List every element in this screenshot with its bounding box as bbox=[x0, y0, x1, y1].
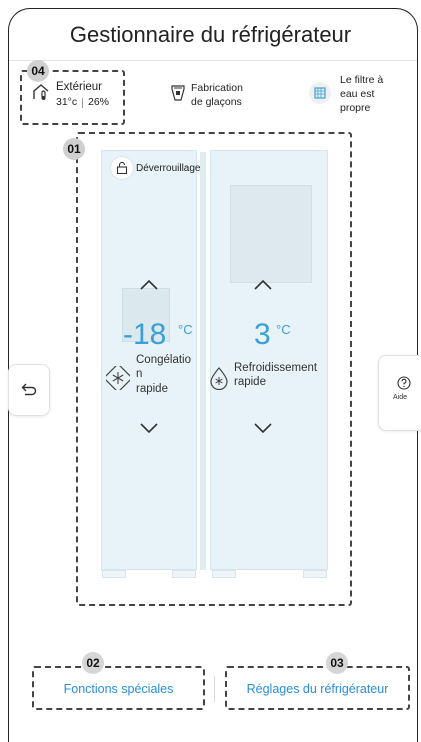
outdoor-temp: 31°c bbox=[56, 96, 78, 108]
help-icon bbox=[397, 376, 411, 395]
help-button[interactable]: Aide bbox=[378, 355, 421, 431]
filter-line3: propre bbox=[340, 102, 371, 114]
header-divider bbox=[9, 60, 417, 61]
fridge-foot-right bbox=[303, 570, 327, 578]
fridge-temp-down-button[interactable] bbox=[253, 421, 273, 439]
fridge-settings-link[interactable]: Réglages du réfrigérateur bbox=[227, 682, 408, 696]
freezer-mode-line3: rapide bbox=[136, 383, 168, 395]
bottom-separator bbox=[214, 676, 215, 702]
page-title: Gestionnaire du réfrigérateur bbox=[69, 22, 352, 47]
special-functions-link[interactable]: Fonctions spéciales bbox=[32, 682, 205, 696]
water-drop-icon[interactable] bbox=[207, 366, 231, 395]
freezer-temp-up-button[interactable] bbox=[139, 278, 159, 296]
fridge-display-panel bbox=[230, 185, 312, 283]
filter-line2: eau est bbox=[340, 88, 375, 100]
help-label: Aide bbox=[393, 394, 408, 401]
back-arrow-icon bbox=[21, 382, 37, 401]
fridge-mode-line1: Refroidissement bbox=[234, 362, 318, 374]
fridge-temp: 3 bbox=[254, 318, 271, 351]
unlock-label[interactable]: Déverrouillage bbox=[136, 162, 200, 175]
badge-01: 01 bbox=[63, 138, 85, 160]
freezer-mode-line1: Congélatio bbox=[136, 354, 191, 366]
fridge-foot bbox=[212, 570, 236, 578]
outdoor-humidity: 26% bbox=[88, 96, 110, 108]
ice-maker-icon[interactable] bbox=[171, 85, 185, 106]
back-button[interactable] bbox=[8, 364, 50, 416]
freezer-foot-right bbox=[172, 570, 196, 578]
fridge-temp-up-button[interactable] bbox=[253, 278, 273, 296]
freezer-mode-line2: n bbox=[136, 368, 143, 380]
water-filter-icon[interactable] bbox=[309, 82, 331, 104]
freezer-temp: -18 bbox=[123, 318, 167, 351]
badge-02: 02 bbox=[82, 652, 104, 674]
badge-04: 04 bbox=[27, 60, 49, 82]
badge-03: 03 bbox=[326, 652, 348, 674]
freezer-temp-down-button[interactable] bbox=[139, 421, 159, 439]
home-thermometer-icon bbox=[31, 82, 51, 107]
filter-line1: Le filtre à bbox=[340, 74, 384, 86]
ice-maker-label-line1: Fabrication bbox=[191, 82, 243, 94]
fridge-mode-line2: rapide bbox=[234, 376, 266, 388]
lock-open-icon[interactable] bbox=[111, 157, 133, 179]
snowflake-icon[interactable] bbox=[104, 364, 132, 395]
outdoor-separator bbox=[82, 98, 83, 108]
fridge-unit: °C bbox=[276, 322, 291, 337]
freezer-handle bbox=[200, 152, 206, 570]
freezer-unit: °C bbox=[178, 322, 193, 337]
outdoor-label: Extérieur bbox=[56, 81, 103, 93]
freezer-foot bbox=[102, 570, 126, 578]
ice-maker-label-line2: de glaçons bbox=[191, 96, 242, 108]
